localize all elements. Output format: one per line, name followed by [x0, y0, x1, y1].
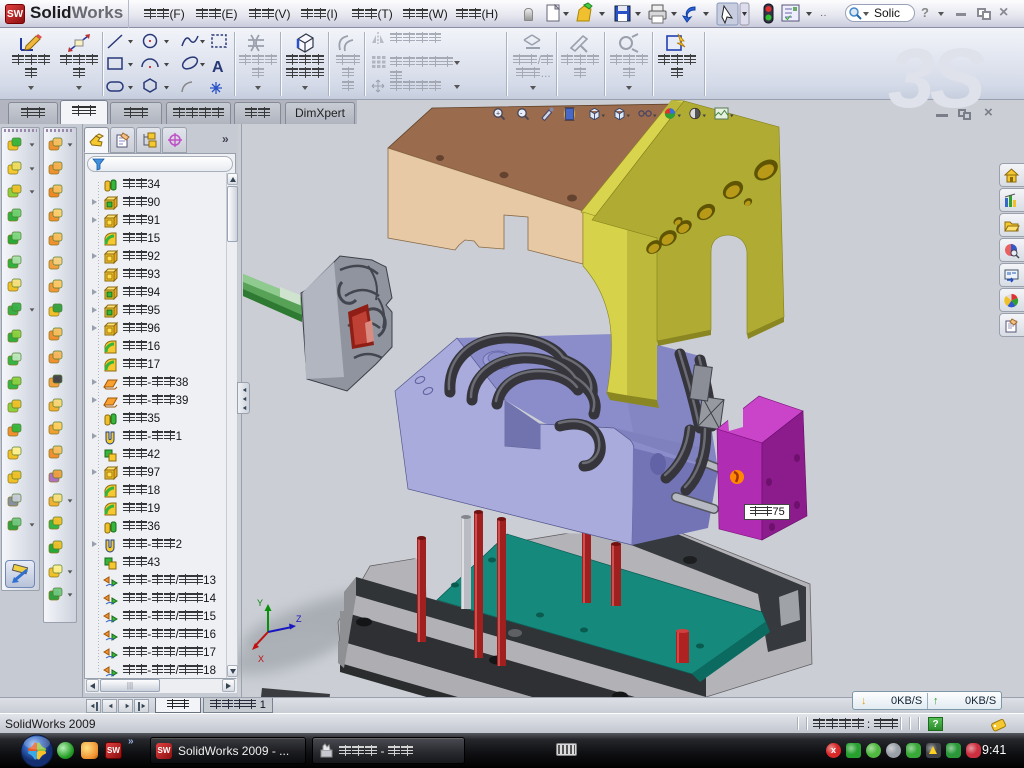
- svg-text:Y: Y: [257, 598, 263, 608]
- svg-text:··: ··: [820, 10, 827, 21]
- svg-text:Z: Z: [296, 614, 302, 624]
- svg-text:A: A: [212, 59, 224, 76]
- svg-text:X: X: [258, 654, 264, 664]
- svg-text:+: +: [496, 111, 500, 118]
